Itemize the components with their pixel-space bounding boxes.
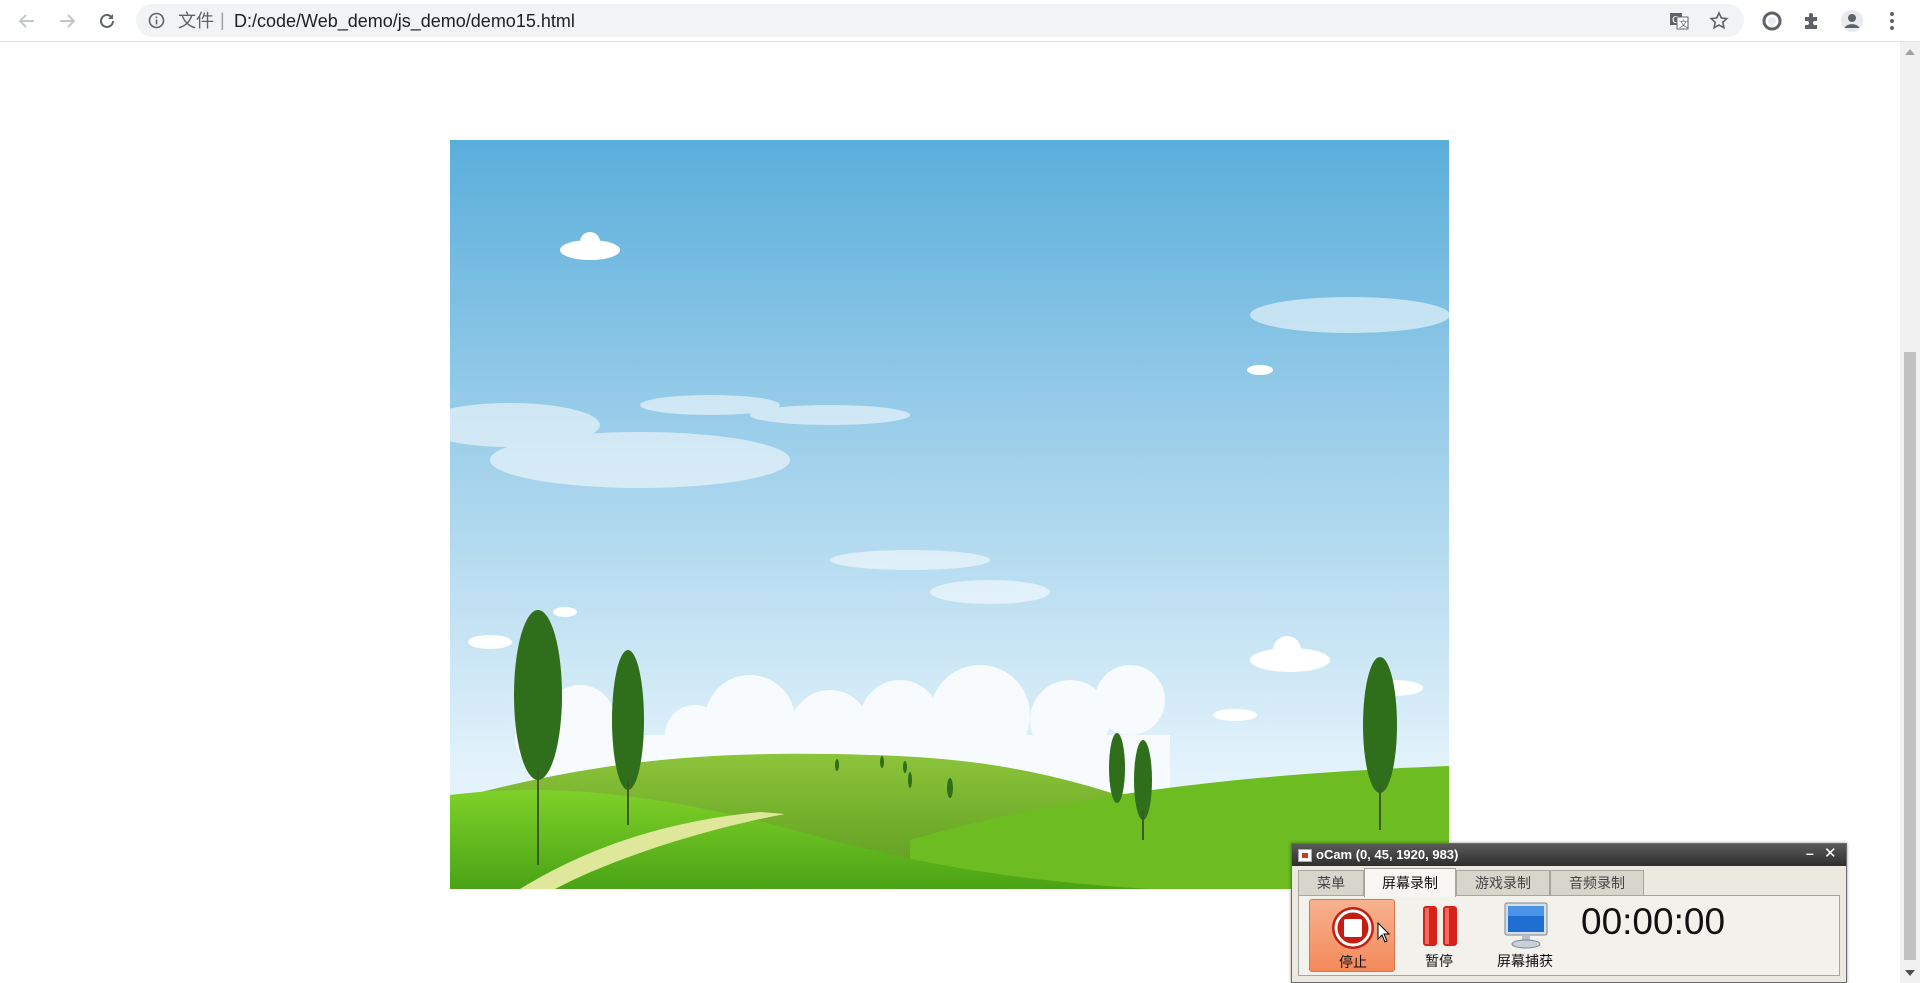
page-content — [0, 42, 1900, 983]
ocam-title-bar[interactable]: oCam (0, 45, 1920, 983) – ✕ — [1292, 844, 1846, 866]
page-scrollbar[interactable] — [1900, 42, 1920, 983]
back-icon[interactable] — [12, 6, 42, 36]
info-icon[interactable] — [148, 12, 165, 29]
monitor-icon — [1504, 902, 1548, 949]
tab-audio-record[interactable]: 音频录制 — [1550, 870, 1644, 896]
menu-dots-icon[interactable] — [1880, 9, 1904, 33]
scroll-up-icon[interactable] — [1900, 42, 1920, 62]
mouse-cursor-icon — [1377, 922, 1391, 943]
screen-capture-label: 屏幕捕获 — [1497, 953, 1553, 969]
extension-circle-icon[interactable] — [1760, 9, 1784, 33]
browser-toolbar: 文件 | D:/code/Web_demo/js_demo/demo15.htm… — [0, 0, 1920, 42]
profile-icon[interactable] — [1840, 9, 1864, 33]
stop-label: 停止 — [1339, 954, 1367, 970]
ocam-logo-icon — [1298, 849, 1312, 862]
svg-text:文: 文 — [1679, 18, 1688, 30]
close-icon[interactable]: ✕ — [1824, 845, 1837, 863]
extensions-puzzle-icon[interactable] — [1800, 9, 1824, 33]
stop-icon — [1332, 907, 1374, 949]
reload-icon[interactable] — [92, 6, 122, 36]
url-scheme-label: 文件 — [178, 11, 214, 31]
pause-icon — [1423, 906, 1457, 946]
tab-game-record[interactable]: 游戏录制 — [1456, 870, 1550, 896]
ocam-title: oCam (0, 45, 1920, 983) — [1316, 847, 1459, 862]
tab-screen-record[interactable]: 屏幕录制 — [1364, 868, 1456, 897]
ocam-tabs: 菜单 屏幕录制 游戏录制 音频录制 — [1298, 868, 1842, 897]
url-separator: | — [220, 10, 225, 30]
address-bar[interactable]: 文件 | D:/code/Web_demo/js_demo/demo15.htm… — [136, 4, 1744, 37]
bookmark-star-icon[interactable] — [1708, 10, 1730, 32]
tab-menu[interactable]: 菜单 — [1298, 870, 1364, 896]
minimize-icon[interactable]: – — [1806, 844, 1814, 862]
ocam-window: oCam (0, 45, 1920, 983) – ✕ 菜单 屏幕录制 游戏录制… — [1291, 843, 1847, 983]
screen-capture-button[interactable]: 屏幕捕获 — [1489, 899, 1561, 972]
scroll-down-icon[interactable] — [1900, 963, 1920, 983]
scroll-thumb[interactable] — [1904, 352, 1916, 960]
translate-icon[interactable]: G文 — [1668, 10, 1690, 32]
pause-button[interactable]: 暂停 — [1409, 899, 1469, 972]
landscape-image — [450, 140, 1449, 889]
url-text[interactable]: D:/code/Web_demo/js_demo/demo15.html — [234, 12, 575, 30]
forward-icon[interactable] — [52, 6, 82, 36]
recording-timer: 00:00:00 — [1581, 901, 1726, 942]
pause-label: 暂停 — [1425, 953, 1453, 969]
